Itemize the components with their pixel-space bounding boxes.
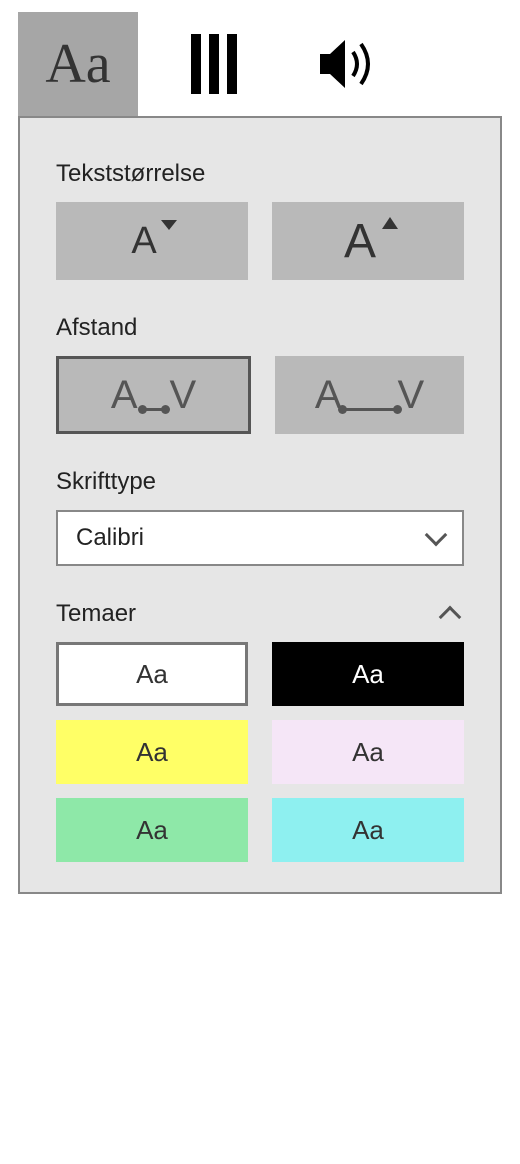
text-options-icon: Aa — [45, 32, 110, 96]
theme-option-5[interactable]: Aa — [272, 798, 464, 862]
chevron-down-icon — [425, 524, 448, 547]
theme-option-3[interactable]: Aa — [272, 720, 464, 784]
triangle-up-icon — [382, 217, 398, 229]
spacing-label: Afstand — [56, 314, 464, 342]
chevron-up-icon[interactable] — [439, 606, 462, 629]
tab-audio-options[interactable] — [290, 12, 410, 116]
letter-a-large-icon: A — [344, 214, 376, 269]
spacing-wide-button[interactable]: A V — [275, 356, 464, 434]
spacing-narrow-icon: A V — [111, 373, 196, 418]
themes-grid: Aa Aa Aa Aa Aa Aa — [56, 642, 464, 862]
speaker-icon — [315, 34, 385, 94]
tab-column-options[interactable] — [154, 12, 274, 116]
theme-option-0[interactable]: Aa — [56, 642, 248, 706]
options-panel: Tekststørrelse A A Afstand A V A — [18, 116, 502, 894]
columns-icon — [191, 34, 237, 94]
font-label: Skrifttype — [56, 468, 464, 496]
spacing-wide-icon: A V — [315, 373, 424, 418]
theme-option-2[interactable]: Aa — [56, 720, 248, 784]
font-select[interactable]: Calibri — [56, 510, 464, 566]
decrease-text-size-button[interactable]: A — [56, 202, 248, 280]
themes-label: Temaer — [56, 600, 136, 628]
text-size-label: Tekststørrelse — [56, 160, 464, 188]
font-selected-value: Calibri — [76, 524, 144, 552]
spacing-narrow-button[interactable]: A V — [56, 356, 251, 434]
tab-text-options[interactable]: Aa — [18, 12, 138, 116]
theme-option-1[interactable]: Aa — [272, 642, 464, 706]
theme-option-4[interactable]: Aa — [56, 798, 248, 862]
triangle-down-icon — [161, 220, 177, 230]
letter-a-small-icon: A — [131, 220, 156, 263]
increase-text-size-button[interactable]: A — [272, 202, 464, 280]
